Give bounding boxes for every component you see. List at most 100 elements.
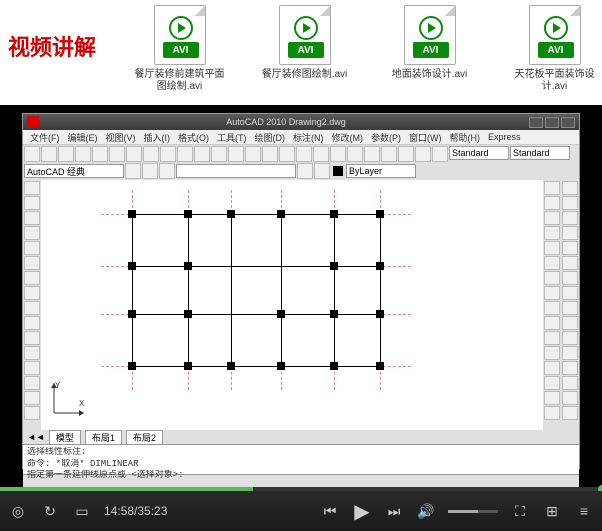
tool-button[interactable] (562, 376, 578, 390)
tab-layout2[interactable]: 布局2 (126, 430, 163, 445)
settings-button[interactable]: ⊞ (542, 501, 562, 521)
layer-dropdown[interactable] (176, 164, 296, 178)
color-dropdown[interactable] (346, 164, 416, 178)
play-button[interactable]: ▶ (352, 501, 372, 521)
menu-window[interactable]: 窗口(W) (406, 131, 445, 144)
toolbar-button[interactable] (177, 146, 193, 162)
tool-button[interactable] (562, 241, 578, 255)
volume-slider[interactable] (448, 510, 498, 513)
toolbar-button[interactable] (211, 146, 227, 162)
toolbar-button[interactable] (381, 146, 397, 162)
maximize-button[interactable] (545, 117, 559, 128)
volume-icon[interactable]: 🔊 (416, 501, 436, 521)
toolbar-button[interactable] (58, 146, 74, 162)
menu-view[interactable]: 视图(V) (103, 131, 139, 144)
tool-button[interactable] (562, 391, 578, 405)
file-item[interactable]: AVI 地面装饰设计.avi (382, 5, 477, 100)
toolbar-button[interactable] (398, 146, 414, 162)
tool-button[interactable] (544, 376, 560, 390)
tool-button[interactable] (24, 331, 40, 345)
menu-file[interactable]: 文件(F) (27, 131, 63, 144)
tool-button[interactable] (24, 196, 40, 210)
tool-button[interactable] (544, 406, 560, 420)
toolbar-button[interactable] (159, 163, 175, 179)
tool-button[interactable] (544, 361, 560, 375)
toolbar-button[interactable] (109, 146, 125, 162)
tool-button[interactable] (544, 286, 560, 300)
color-swatch[interactable] (333, 166, 343, 176)
tool-button[interactable] (562, 286, 578, 300)
tool-button[interactable] (562, 301, 578, 315)
menu-help[interactable]: 帮助(H) (447, 131, 484, 144)
tool-button[interactable] (562, 406, 578, 420)
toolbar-button[interactable] (415, 146, 431, 162)
toolbar-button[interactable] (330, 146, 346, 162)
drawing-canvas[interactable]: Y X (41, 180, 543, 430)
toolbar-button[interactable] (313, 146, 329, 162)
tool-button[interactable] (24, 376, 40, 390)
tool-button[interactable] (24, 361, 40, 375)
style-dropdown[interactable] (449, 146, 509, 160)
tool-button[interactable] (24, 346, 40, 360)
file-item[interactable]: AVI 餐厅装修图绘制.avi (257, 5, 352, 100)
screen-button[interactable]: ▭ (72, 501, 92, 521)
tab-layout1[interactable]: 布局1 (85, 430, 122, 445)
toolbar-button[interactable] (143, 146, 159, 162)
tool-button[interactable] (24, 271, 40, 285)
toolbar-button[interactable] (160, 146, 176, 162)
toolbar-button[interactable] (347, 146, 363, 162)
tool-button[interactable] (24, 316, 40, 330)
toolbar-button[interactable] (24, 146, 40, 162)
tool-button[interactable] (544, 346, 560, 360)
repeat-button[interactable]: ↻ (40, 501, 60, 521)
close-button[interactable] (561, 117, 575, 128)
tool-button[interactable] (544, 301, 560, 315)
tool-button[interactable] (562, 361, 578, 375)
toolbar-button[interactable] (125, 163, 141, 179)
menu-draw[interactable]: 绘图(D) (252, 131, 289, 144)
toolbar-button[interactable] (364, 146, 380, 162)
toolbar-button[interactable] (75, 146, 91, 162)
toolbar-button[interactable] (245, 146, 261, 162)
menu-format[interactable]: 格式(O) (175, 131, 212, 144)
style-dropdown[interactable] (510, 146, 570, 160)
toolbar-button[interactable] (194, 146, 210, 162)
menu-param[interactable]: 参数(P) (368, 131, 404, 144)
tool-button[interactable] (544, 316, 560, 330)
tool-button[interactable] (562, 316, 578, 330)
tool-button[interactable] (562, 256, 578, 270)
toolbar-button[interactable] (297, 163, 313, 179)
tool-button[interactable] (24, 301, 40, 315)
toolbar-button[interactable] (432, 146, 448, 162)
tool-button[interactable] (544, 391, 560, 405)
tool-button[interactable] (562, 211, 578, 225)
menu-dimension[interactable]: 标注(N) (290, 131, 327, 144)
tool-button[interactable] (562, 181, 578, 195)
menu-edit[interactable]: 编辑(E) (65, 131, 101, 144)
tool-button[interactable] (544, 331, 560, 345)
line-tool[interactable] (24, 181, 40, 195)
next-button[interactable]: ⏭ (384, 501, 404, 521)
tool-button[interactable] (544, 196, 560, 210)
prev-button[interactable]: ⏮ (320, 501, 340, 521)
menu-insert[interactable]: 插入(I) (141, 131, 174, 144)
tool-button[interactable] (24, 286, 40, 300)
tool-button[interactable] (562, 226, 578, 240)
tool-button[interactable] (24, 391, 40, 405)
menu-express[interactable]: Express (485, 132, 524, 142)
command-line[interactable]: 选择线性标注: 命令: *取消* DIMLINEAR 指定第一条延伸线原点或 <… (23, 444, 579, 474)
toolbar-button[interactable] (92, 146, 108, 162)
tool-button[interactable] (544, 241, 560, 255)
tool-button[interactable] (544, 181, 560, 195)
toolbar-button[interactable] (296, 146, 312, 162)
more-button[interactable]: ≡ (574, 501, 594, 521)
tool-button[interactable] (562, 196, 578, 210)
tool-button[interactable] (562, 331, 578, 345)
toolbar-button[interactable] (41, 146, 57, 162)
tool-button[interactable] (544, 211, 560, 225)
tool-button[interactable] (24, 211, 40, 225)
tool-button[interactable] (24, 256, 40, 270)
tool-button[interactable] (562, 346, 578, 360)
tool-button[interactable] (24, 226, 40, 240)
file-item[interactable]: AVI 天花板平面装饰设计.avi (507, 5, 602, 100)
